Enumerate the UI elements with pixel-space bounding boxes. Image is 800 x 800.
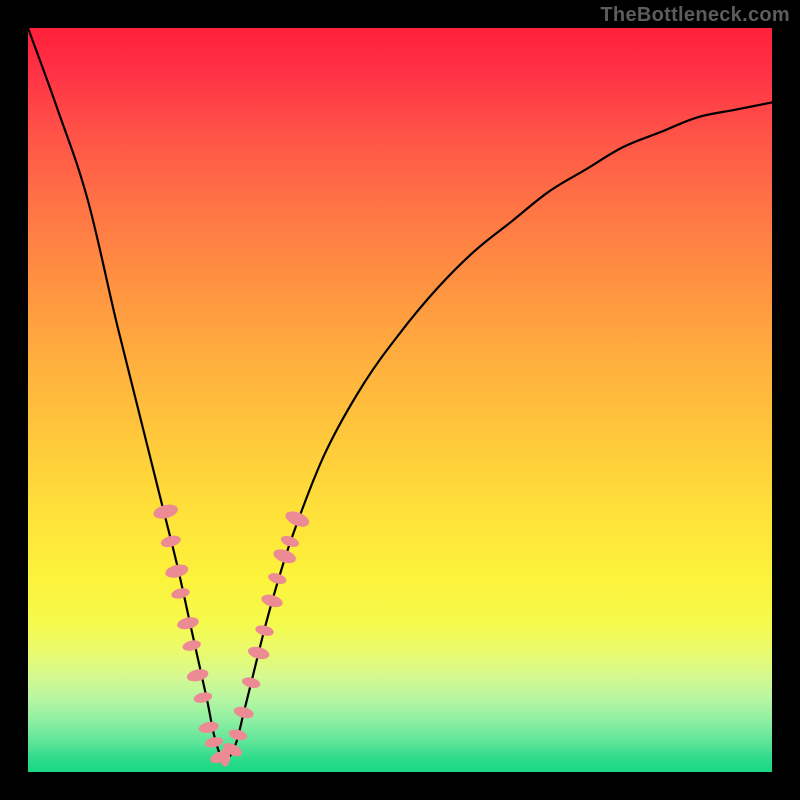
marker-dot [193,691,213,705]
marker-dot [254,624,275,638]
marker-dot [260,592,284,609]
marker-dot [228,728,249,742]
plot-area [28,28,772,772]
bottleneck-curve [28,28,772,760]
chart-svg [28,28,772,772]
marker-dot [176,615,200,631]
marker-dot [198,720,220,734]
marker-dot [241,676,262,690]
marker-dot [181,639,201,653]
marker-dot [186,667,210,683]
marker-dot [170,587,190,601]
marker-dot [272,547,298,566]
marker-dot [247,645,271,661]
marker-dot [160,534,182,549]
marker-dot [164,562,190,580]
marker-dot [283,508,311,529]
watermark-text: TheBottleneck.com [600,4,790,27]
highlighted-markers [152,502,311,766]
marker-dot [233,705,255,720]
chart-frame: TheBottleneck.com [0,0,800,800]
marker-dot [204,736,224,749]
marker-dot [279,534,300,549]
marker-dot [152,502,179,521]
